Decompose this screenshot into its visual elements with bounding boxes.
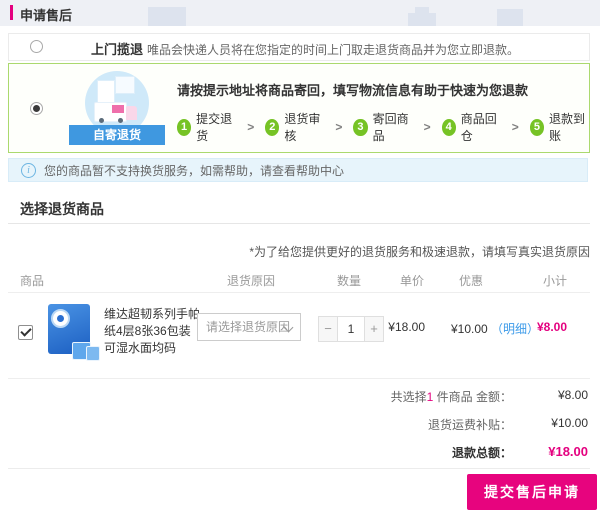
quantity-plus-button[interactable]: +	[364, 316, 384, 342]
return-reason-select[interactable]: 请选择退货原因	[197, 313, 301, 341]
shipping-subsidy-value: ¥10.00	[551, 416, 588, 430]
product-checkbox[interactable]	[18, 325, 33, 340]
step-number-badge: 2	[265, 119, 279, 136]
tissue-pack-art	[86, 346, 100, 361]
self-send-desc: 请按提示地址将商品寄回，填写物流信息有助于快速为您退款	[177, 80, 528, 99]
step-number-badge: 3	[353, 119, 367, 136]
real-reason-note: *为了给您提供更好的退货服务和极速退款，请填写真实退货原因	[249, 243, 590, 260]
quantity-minus-button[interactable]: −	[318, 316, 338, 342]
quantity-value: 1	[338, 316, 364, 342]
self-send-radio[interactable]	[30, 102, 43, 115]
info-icon: i	[21, 163, 36, 178]
step-refund: 5 退款到账	[530, 110, 589, 144]
col-header-unit-price: 单价	[400, 272, 424, 289]
step-warehouse: 4 商品回仓	[442, 110, 501, 144]
selected-amount-value: ¥8.00	[558, 388, 588, 402]
title-accent-bar	[10, 5, 13, 20]
table-header-divider	[8, 292, 590, 293]
truck-cab	[126, 106, 137, 120]
subtotal-price: ¥8.00	[537, 320, 567, 334]
page-title: 申请售后	[20, 5, 72, 24]
step-number-badge: 1	[177, 119, 191, 136]
exchange-unsupported-notice: i 您的商品暂不支持换货服务，如需帮助，请查看帮助中心	[8, 158, 588, 182]
notice-text: 您的商品暂不支持换货服务，如需帮助，请查看帮助中心	[44, 162, 344, 179]
self-send-return-option[interactable]: 自寄退货 请按提示地址将商品寄回，填写物流信息有助于快速为您退款 1 提交退货 …	[8, 63, 590, 153]
refund-total-value: ¥18.00	[548, 444, 588, 459]
pickup-option-label: 上门揽退	[91, 39, 143, 58]
product-image	[46, 302, 98, 362]
step-submit-return: 1 提交退货	[177, 110, 236, 144]
col-header-quantity: 数量	[337, 272, 361, 289]
step-number-badge: 4	[442, 119, 456, 136]
footer-divider	[8, 468, 590, 469]
building-silhouette	[497, 9, 523, 26]
truck-wheel	[118, 118, 123, 123]
product-name: 维达超韧系列手帕纸4层8张36包装 可湿水面均码	[104, 306, 200, 357]
submit-after-sales-button[interactable]: 提交售后申请	[467, 474, 597, 510]
chevron-right-icon: >	[512, 120, 519, 134]
unit-price: ¥18.00	[388, 320, 425, 334]
return-reason-placeholder: 请选择退货原因	[206, 320, 290, 334]
truck-wheel	[99, 118, 104, 123]
discount-detail-link[interactable]: （明细）	[491, 322, 539, 336]
step-number-badge: 5	[530, 119, 544, 136]
truck-logo	[112, 105, 124, 113]
discount-amount: ¥10.00	[451, 322, 488, 336]
building-silhouette	[148, 7, 186, 26]
pickup-radio[interactable]	[30, 40, 43, 53]
section-divider	[8, 223, 590, 224]
chevron-right-icon: >	[424, 120, 431, 134]
col-header-subtotal: 小计	[543, 272, 567, 289]
col-header-reason: 退货原因	[227, 272, 275, 289]
self-send-badge: 自寄退货	[69, 71, 165, 147]
col-header-discount: 优惠	[459, 272, 483, 289]
discount-cell: ¥10.00 （明细）	[451, 320, 539, 337]
refund-total-label: 退款总额：	[452, 444, 512, 461]
chevron-right-icon: >	[247, 120, 254, 134]
parcel-box-icon	[115, 76, 135, 94]
pickup-return-option[interactable]: 上门揽退 唯品会快递人员将在您指定的时间上门取走退货商品并为您立即退款。	[8, 33, 590, 61]
col-header-product: 商品	[20, 272, 44, 289]
pickup-option-desc: 唯品会快递人员将在您指定的时间上门取走退货商品并为您立即退款。	[147, 41, 519, 58]
building-silhouette	[408, 13, 436, 26]
quantity-stepper: − 1 +	[318, 316, 384, 342]
selected-count-label: 共选择1 件商品 金额：	[391, 388, 512, 405]
product-row-divider	[8, 378, 590, 379]
step-return-review: 2 退货审核	[265, 110, 324, 144]
shipping-subsidy-label: 退货运费补贴：	[428, 416, 512, 433]
page-header-band: 申请售后	[0, 0, 600, 26]
after-sales-page: 申请售后 上门揽退 唯品会快递人员将在您指定的时间上门取走退货商品并为您立即退款…	[0, 0, 600, 511]
chevron-right-icon: >	[335, 120, 342, 134]
brand-logo-icon	[51, 309, 70, 328]
step-mail-back: 3 寄回商品	[353, 110, 412, 144]
select-return-goods-title: 选择退货商品	[20, 199, 104, 219]
return-process-steps: 1 提交退货 > 2 退货审核 > 3 寄回商品 > 4 商品回仓 > 5 退款…	[177, 110, 589, 144]
badge-ribbon-label: 自寄退货	[69, 125, 165, 145]
